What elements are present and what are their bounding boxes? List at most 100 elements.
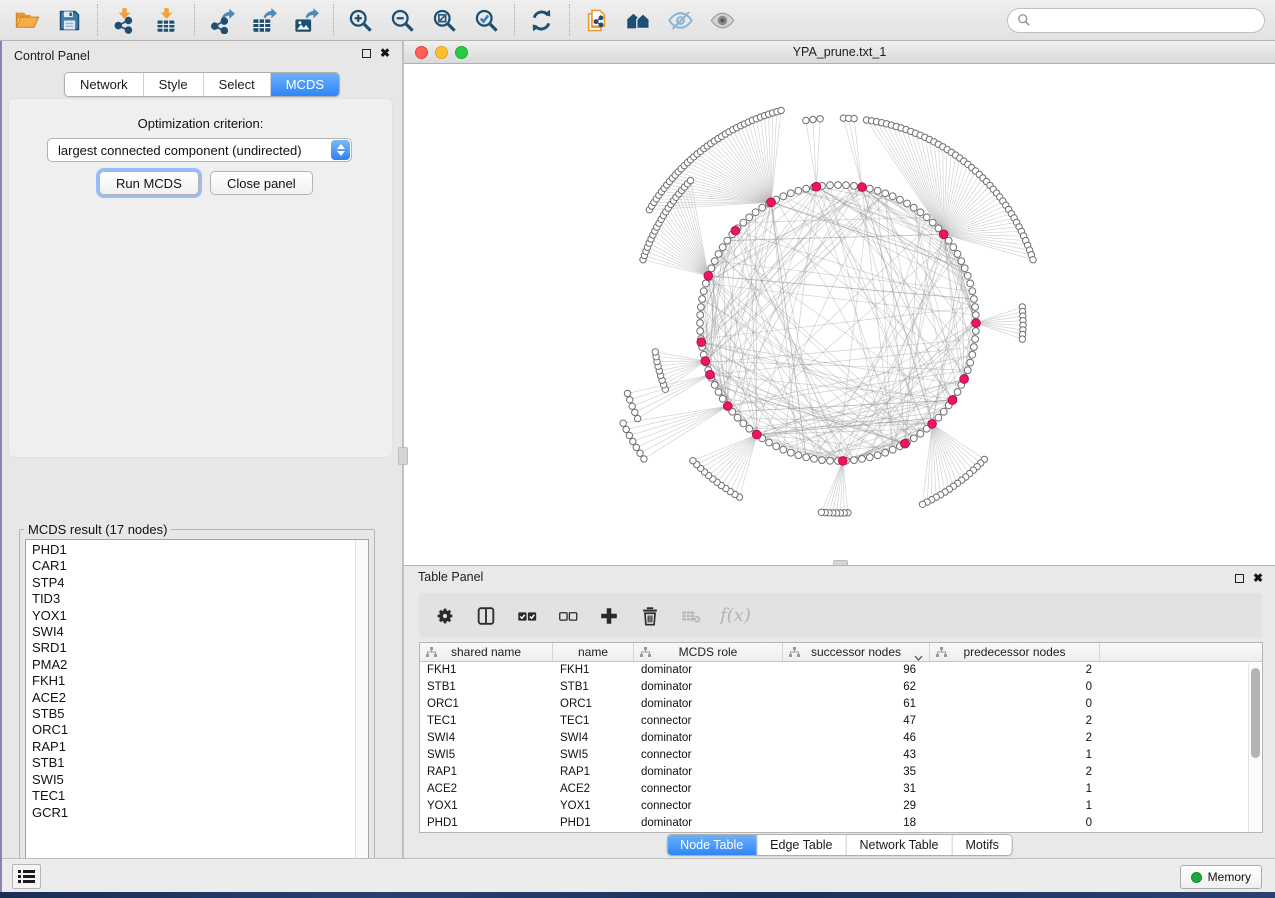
graph-node[interactable] — [719, 244, 726, 251]
graph-leaf-node[interactable] — [632, 409, 638, 415]
graph-node[interactable] — [958, 258, 965, 265]
graph-leaf-node[interactable] — [810, 116, 816, 122]
graph-node[interactable] — [740, 420, 747, 427]
search-input[interactable] — [1037, 13, 1255, 27]
mcds-result-item[interactable]: RAP1 — [32, 739, 352, 755]
hide-selected-icon[interactable] — [663, 4, 697, 36]
graph-node[interactable] — [967, 280, 974, 287]
column-header-successor-nodes[interactable]: successor nodes — [783, 643, 930, 661]
column-header-predecessor-nodes[interactable]: predecessor nodes — [930, 643, 1100, 661]
graph-node[interactable] — [910, 435, 917, 442]
select-all-columns-icon[interactable] — [515, 604, 539, 628]
graph-node[interactable] — [711, 382, 718, 389]
first-neighbors-icon[interactable] — [621, 4, 655, 36]
graph-leaf-node[interactable] — [1030, 257, 1036, 263]
graph-node[interactable] — [972, 304, 979, 311]
graph-node[interactable] — [740, 219, 747, 226]
graph-leaf-node[interactable] — [817, 116, 823, 122]
graph-node[interactable] — [904, 200, 911, 207]
graph-hub-node[interactable] — [753, 430, 762, 439]
graph-leaf-node[interactable] — [641, 456, 647, 462]
delete-column-icon[interactable] — [638, 604, 662, 628]
mcds-result-item[interactable]: FKH1 — [32, 673, 352, 689]
graph-hub-node[interactable] — [731, 226, 740, 235]
tab-select[interactable]: Select — [203, 73, 270, 96]
table-row[interactable]: ACE2ACE2connector311 — [420, 781, 1262, 798]
graph-node[interactable] — [773, 443, 780, 450]
graph-hub-node[interactable] — [812, 182, 821, 191]
graph-node[interactable] — [940, 408, 947, 415]
graph-node[interactable] — [971, 344, 978, 351]
export-image-icon[interactable] — [288, 4, 322, 36]
tab-network[interactable]: Network — [65, 73, 143, 96]
graph-node[interactable] — [719, 395, 726, 402]
close-panel-icon[interactable]: ✖ — [1253, 574, 1263, 583]
unselect-all-columns-icon[interactable] — [556, 604, 580, 628]
graph-node[interactable] — [859, 456, 866, 463]
graph-node[interactable] — [827, 182, 834, 189]
mcds-result-item[interactable]: ACE2 — [32, 690, 352, 706]
graph-hub-node[interactable] — [724, 402, 733, 411]
column-header-shared-name[interactable]: shared name — [420, 643, 553, 661]
graph-hub-node[interactable] — [858, 183, 867, 192]
close-panel-icon[interactable]: ✖ — [380, 49, 390, 58]
graph-node[interactable] — [734, 414, 741, 421]
mcds-result-item[interactable]: ORC1 — [32, 722, 352, 738]
mcds-result-item[interactable]: CAR1 — [32, 558, 352, 574]
table-tab-node-table[interactable]: Node Table — [667, 835, 756, 855]
table-row[interactable]: SWI4SWI4dominator462 — [420, 730, 1262, 747]
mcds-result-item[interactable]: TID3 — [32, 591, 352, 607]
table-row[interactable]: ORC1ORC1dominator610 — [420, 696, 1262, 713]
column-header-name[interactable]: name — [553, 643, 634, 661]
graph-leaf-node[interactable] — [919, 501, 925, 507]
graph-hub-node[interactable] — [701, 357, 710, 366]
import-table-icon[interactable] — [149, 4, 183, 36]
graph-node[interactable] — [950, 244, 957, 251]
graph-leaf-node[interactable] — [818, 509, 824, 515]
graph-node[interactable] — [697, 320, 704, 327]
graph-node[interactable] — [889, 193, 896, 200]
graph-node[interactable] — [843, 182, 850, 189]
graph-node[interactable] — [935, 414, 942, 421]
graph-hub-node[interactable] — [901, 439, 910, 448]
tab-mcds[interactable]: MCDS — [270, 73, 339, 96]
graph-node[interactable] — [874, 187, 881, 194]
graph-node[interactable] — [787, 449, 794, 456]
graph-node[interactable] — [954, 251, 961, 258]
graph-node[interactable] — [889, 446, 896, 453]
graph-node[interactable] — [972, 336, 979, 343]
graph-node[interactable] — [827, 457, 834, 464]
graph-node[interactable] — [961, 265, 968, 272]
table-scrollbar-thumb[interactable] — [1251, 668, 1260, 758]
graph-node[interactable] — [803, 454, 810, 461]
graph-leaf-node[interactable] — [687, 177, 693, 183]
graph-node[interactable] — [787, 190, 794, 197]
graph-leaf-node[interactable] — [778, 107, 784, 113]
table-row[interactable]: FKH1FKH1dominator962 — [420, 662, 1262, 679]
graph-node[interactable] — [874, 452, 881, 459]
table-tab-network-table[interactable]: Network Table — [846, 835, 952, 855]
graph-node[interactable] — [972, 328, 979, 335]
graph-node[interactable] — [698, 304, 705, 311]
graph-node[interactable] — [897, 196, 904, 203]
graph-node[interactable] — [866, 185, 873, 192]
graph-node[interactable] — [708, 265, 715, 272]
graph-node[interactable] — [752, 209, 759, 216]
graph-node[interactable] — [923, 214, 930, 221]
graph-node[interactable] — [759, 204, 766, 211]
graph-node[interactable] — [882, 190, 889, 197]
mcds-result-item[interactable]: STP4 — [32, 575, 352, 591]
graph-hub-node[interactable] — [972, 319, 981, 328]
run-mcds-button[interactable]: Run MCDS — [99, 171, 199, 195]
refresh-view-icon[interactable] — [524, 4, 558, 36]
graph-node[interactable] — [917, 209, 924, 216]
new-network-from-selection-icon[interactable] — [579, 4, 613, 36]
vertical-splitter-handle[interactable] — [398, 447, 408, 465]
graph-leaf-node[interactable] — [803, 117, 809, 123]
graph-leaf-node[interactable] — [652, 349, 658, 355]
graph-hub-node[interactable] — [697, 338, 706, 347]
mcds-list-scrollbar[interactable] — [355, 540, 368, 889]
graph-node[interactable] — [969, 288, 976, 295]
graph-node[interactable] — [699, 296, 706, 303]
graph-node[interactable] — [929, 219, 936, 226]
